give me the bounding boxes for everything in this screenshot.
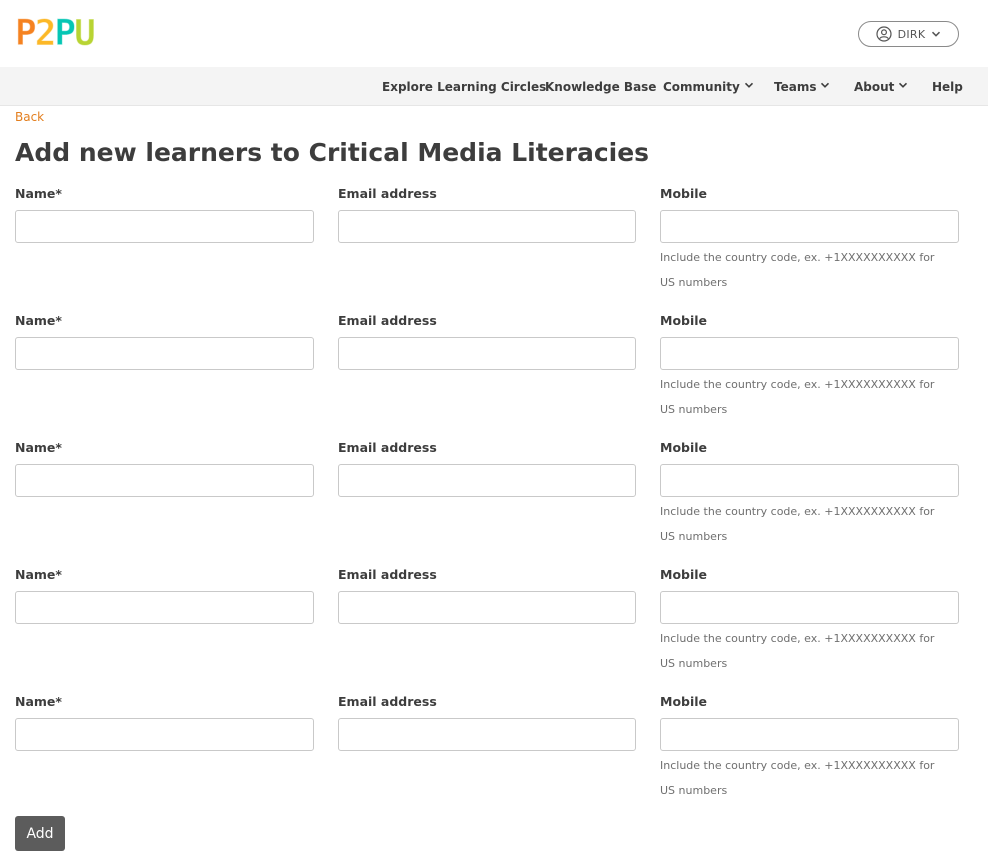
mobile-hint: Include the country code, ex. +1XXXXXXXX… (660, 632, 935, 670)
mobile-input[interactable] (660, 591, 959, 624)
name-label: Name* (15, 567, 62, 582)
email-label: Email address (338, 694, 437, 709)
main-nav: Explore Learning Circles Knowledge Base … (0, 67, 988, 106)
chevron-down-icon (819, 79, 831, 94)
name-input[interactable] (15, 591, 314, 624)
nav-explore-learning-circles[interactable]: Explore Learning Circles (382, 67, 546, 106)
chevron-down-icon (931, 29, 941, 39)
email-input[interactable] (338, 591, 636, 624)
nav-label: About (854, 79, 895, 94)
mobile-label: Mobile (660, 313, 708, 328)
user-avatar-icon (876, 26, 892, 42)
nav-about[interactable]: About (854, 67, 909, 106)
email-input[interactable] (338, 337, 636, 370)
name-label: Name* (15, 440, 62, 455)
name-input[interactable] (15, 718, 314, 751)
mobile-input[interactable] (660, 210, 959, 243)
name-input[interactable] (15, 464, 314, 497)
name-label: Name* (15, 186, 62, 201)
page-title: Add new learners to Critical Media Liter… (15, 138, 650, 167)
logo-letter: U (74, 13, 97, 54)
nav-label: Community (663, 79, 740, 94)
email-input[interactable] (338, 210, 636, 243)
p2pu-logo[interactable]: P 2 P U (15, 13, 97, 54)
mobile-hint: Include the country code, ex. +1XXXXXXXX… (660, 251, 935, 289)
add-button[interactable]: Add (15, 816, 65, 851)
name-input[interactable] (15, 210, 314, 243)
user-name: DIRK (897, 27, 926, 41)
chevron-down-icon (743, 79, 755, 94)
nav-knowledge-base[interactable]: Knowledge Base (545, 67, 656, 106)
nav-label: Help (932, 79, 963, 94)
nav-label: Explore Learning Circles (382, 79, 547, 94)
logo-letter: 2 (34, 13, 57, 54)
top-header: P 2 P U DIRK (0, 0, 988, 67)
mobile-input[interactable] (660, 718, 959, 751)
logo-letter: P (15, 13, 38, 54)
logo-letter: P (54, 13, 77, 54)
nav-teams[interactable]: Teams (774, 67, 831, 106)
name-label: Name* (15, 313, 62, 328)
email-label: Email address (338, 440, 437, 455)
nav-label: Teams (774, 79, 817, 94)
mobile-hint: Include the country code, ex. +1XXXXXXXX… (660, 505, 935, 543)
back-link[interactable]: Back (15, 110, 44, 124)
mobile-input[interactable] (660, 337, 959, 370)
name-label: Name* (15, 694, 62, 709)
email-input[interactable] (338, 718, 636, 751)
mobile-label: Mobile (660, 567, 708, 582)
email-input[interactable] (338, 464, 636, 497)
mobile-input[interactable] (660, 464, 959, 497)
mobile-hint: Include the country code, ex. +1XXXXXXXX… (660, 759, 935, 797)
name-input[interactable] (15, 337, 314, 370)
email-label: Email address (338, 313, 437, 328)
nav-community[interactable]: Community (663, 67, 755, 106)
mobile-label: Mobile (660, 440, 708, 455)
nav-label: Knowledge Base (545, 79, 657, 94)
mobile-label: Mobile (660, 694, 708, 709)
email-label: Email address (338, 567, 437, 582)
mobile-label: Mobile (660, 186, 708, 201)
mobile-hint: Include the country code, ex. +1XXXXXXXX… (660, 378, 935, 416)
chevron-down-icon (897, 79, 909, 94)
email-label: Email address (338, 186, 437, 201)
nav-help[interactable]: Help (932, 67, 963, 106)
user-menu-button[interactable]: DIRK (858, 21, 959, 47)
